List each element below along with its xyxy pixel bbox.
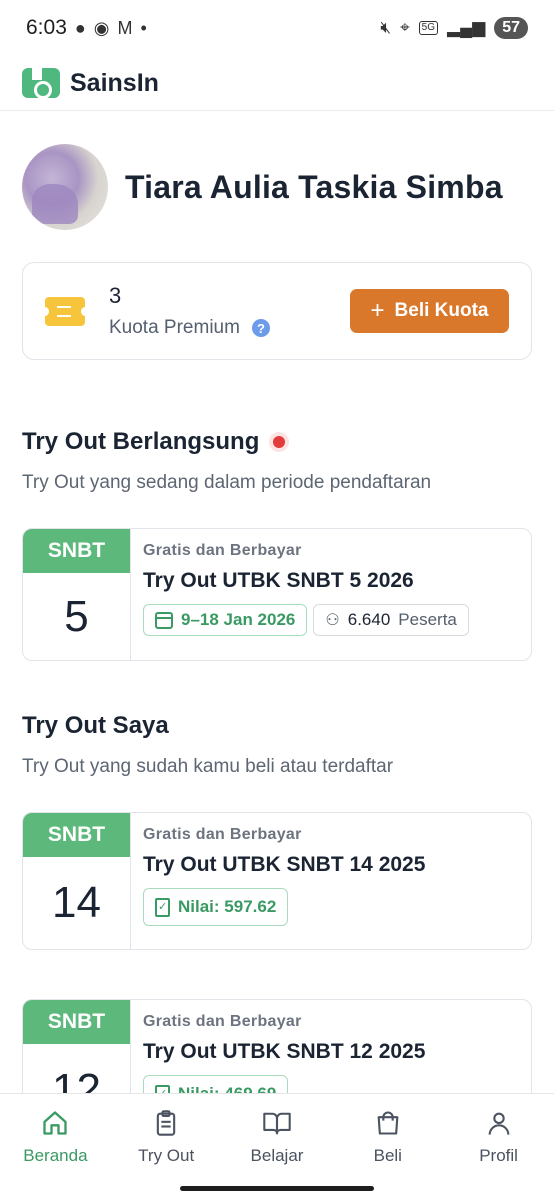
app-header: SainsIn — [0, 56, 554, 111]
tryout-tag: SNBT — [23, 813, 130, 857]
status-time: 6:03 — [26, 16, 67, 39]
tryout-card[interactable]: SNBT 5 Gratis dan Berbayar Try Out UTBK … — [22, 528, 532, 661]
more-notifications-icon: • — [140, 17, 147, 38]
gesture-area — [0, 1177, 554, 1200]
clipboard-icon — [151, 1108, 181, 1138]
app-name: SainsIn — [70, 68, 159, 97]
profile-header: Tiara Aulia Taskia Simba — [22, 144, 503, 230]
network-type: 5G — [418, 21, 438, 35]
tryout-number: 5 — [64, 591, 89, 641]
help-icon[interactable]: ? — [251, 319, 270, 337]
avatar[interactable] — [22, 144, 108, 230]
participants-count: 6.640 — [347, 610, 391, 629]
mute-icon: 🔇︎ — [380, 18, 392, 37]
tryout-score: Nilai: 597.62 — [178, 897, 277, 916]
nav-label: Beranda — [23, 1146, 88, 1165]
ongoing-title-text: Try Out Berlangsung — [22, 428, 260, 455]
book-open-icon — [262, 1108, 292, 1138]
calendar-icon — [155, 611, 173, 629]
shopping-bag-icon — [373, 1108, 403, 1138]
buy-quota-button[interactable]: + Beli Kuota — [350, 289, 509, 333]
mine-section-subtitle: Try Out yang sudah kamu beli atau terdaf… — [22, 756, 394, 777]
tryout-tag: SNBT — [23, 529, 130, 573]
tryout-title: Try Out UTBK SNBT 14 2025 — [143, 853, 426, 876]
nav-label: Profil — [479, 1146, 518, 1165]
nav-label: Try Out — [138, 1146, 195, 1165]
status-bar: 6:03 ● ◉ M • 🔇︎ ⌖ 5G ▂▄▆ 57 — [0, 0, 554, 56]
score-chip: Nilai: 597.62 — [143, 888, 289, 926]
nav-try-out[interactable]: Try Out — [111, 1094, 222, 1177]
mine-section-title: Try Out Saya — [22, 712, 169, 739]
participants-label: Peserta — [398, 610, 457, 629]
date-chip: 9–18 Jan 2026 — [143, 604, 308, 636]
plus-icon: + — [370, 297, 385, 324]
chat-notification-icon: ● — [74, 17, 86, 38]
user-icon — [484, 1108, 514, 1138]
pinterest-notification-icon: ◉ — [93, 17, 110, 38]
bottom-nav: Beranda Try Out Belajar Beli Profil — [0, 1093, 554, 1177]
quota-card: 3 Kuota Premium ? + Beli Kuota — [22, 262, 532, 360]
app-logo-icon — [22, 68, 60, 99]
tryout-category: Gratis dan Berbayar — [143, 1013, 302, 1030]
tryout-card[interactable]: SNBT 14 Gratis dan Berbayar Try Out UTBK… — [22, 812, 532, 950]
signal-icon: ▂▄▆ — [447, 18, 486, 37]
live-indicator-icon — [273, 436, 286, 448]
ticket-icon — [41, 296, 89, 326]
nav-profil[interactable]: Profil — [443, 1094, 554, 1177]
tryout-category: Gratis dan Berbayar — [143, 826, 302, 843]
nav-label: Beli — [373, 1146, 402, 1165]
tryout-date: 9–18 Jan 2026 — [181, 610, 296, 629]
quota-count: 3 — [109, 283, 122, 308]
nav-beranda[interactable]: Beranda — [0, 1094, 111, 1177]
users-icon: ⚇ — [325, 612, 340, 629]
location-icon: ⌖ — [400, 18, 410, 37]
score-document-icon — [155, 897, 170, 917]
nav-belajar[interactable]: Belajar — [222, 1094, 333, 1177]
gesture-handle[interactable] — [180, 1186, 374, 1191]
nav-label: Belajar — [250, 1146, 304, 1165]
gmail-notification-icon: M — [117, 17, 133, 38]
tryout-tag: SNBT — [23, 1000, 130, 1044]
quota-label: Kuota Premium — [109, 317, 240, 338]
ongoing-section-title: Try Out Berlangsung — [22, 428, 286, 456]
tryout-number: 14 — [52, 878, 101, 927]
nav-beli[interactable]: Beli — [332, 1094, 443, 1177]
tryout-category: Gratis dan Berbayar — [143, 542, 302, 559]
ongoing-section-subtitle: Try Out yang sedang dalam periode pendaf… — [22, 472, 432, 493]
tryout-title: Try Out UTBK SNBT 12 2025 — [143, 1040, 426, 1063]
home-icon — [40, 1108, 70, 1138]
participants-chip: ⚇ 6.640 Peserta — [313, 604, 469, 636]
battery-indicator: 57 — [494, 17, 528, 39]
buy-quota-label: Beli Kuota — [394, 300, 489, 321]
tryout-title: Try Out UTBK SNBT 5 2026 — [143, 569, 414, 592]
user-name: Tiara Aulia Taskia Simba — [125, 168, 503, 205]
